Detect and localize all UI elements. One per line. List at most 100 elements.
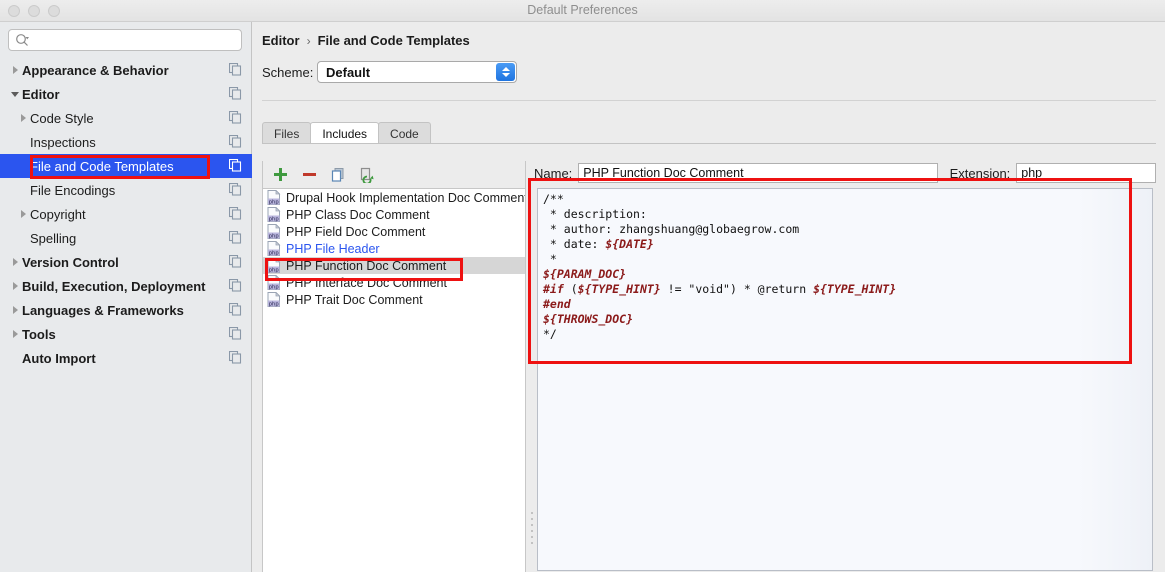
template-variable: #if xyxy=(543,282,571,296)
search-icon xyxy=(15,33,29,47)
sidebar-item-build-execution-deployment[interactable]: Build, Execution, Deployment xyxy=(0,274,252,298)
sidebar-item-auto-import[interactable]: Auto Import xyxy=(0,346,252,370)
name-input[interactable]: PHP Function Doc Comment xyxy=(578,163,938,183)
code-text: * xyxy=(543,252,557,266)
copy-to-project-icon[interactable] xyxy=(228,302,242,319)
settings-content: Editor › File and Code Templates Scheme:… xyxy=(253,22,1165,572)
sidebar-item-label: Copyright xyxy=(30,206,86,222)
extension-input[interactable]: php xyxy=(1016,163,1156,183)
add-template-button[interactable] xyxy=(271,166,289,184)
template-list-toolbar xyxy=(263,161,525,188)
list-item-label: PHP Class Doc Comment xyxy=(286,207,430,222)
copy-to-project-icon[interactable] xyxy=(228,158,242,175)
list-item[interactable]: php PHP Interface Doc Comment xyxy=(263,274,525,291)
triangle-down-icon xyxy=(8,91,22,97)
code-line: #end xyxy=(543,297,1152,312)
remove-template-button[interactable] xyxy=(300,166,318,184)
code-line: * author: zhangshuang@globaegrow.com xyxy=(543,222,1152,237)
search-box[interactable] xyxy=(8,29,242,51)
sidebar-item-label: Version Control xyxy=(22,254,119,270)
triangle-right-icon xyxy=(8,306,22,314)
svg-text:php: php xyxy=(269,267,280,273)
template-code-editor[interactable]: /** * description: * author: zhangshuang… xyxy=(537,188,1153,571)
sidebar-item-label: Languages & Frameworks xyxy=(22,302,184,318)
copy-to-project-icon[interactable] xyxy=(228,182,242,199)
sidebar-item-inspections[interactable]: Inspections xyxy=(0,130,252,154)
sidebar-item-file-encodings[interactable]: File Encodings xyxy=(0,178,252,202)
code-text: != "void") * @return xyxy=(660,282,814,296)
sidebar-item-file-and-code-templates[interactable]: File and Code Templates xyxy=(0,154,252,178)
settings-sidebar: Appearance & Behavior Editor Code Style Ins… xyxy=(0,22,252,572)
list-item-label: PHP Trait Doc Comment xyxy=(286,292,423,307)
tab-code[interactable]: Code xyxy=(378,122,431,144)
svg-text:php: php xyxy=(269,216,280,222)
sidebar-item-spelling[interactable]: Spelling xyxy=(0,226,252,250)
copy-to-project-icon[interactable] xyxy=(228,110,242,127)
copy-to-project-icon[interactable] xyxy=(228,278,242,295)
triangle-right-icon xyxy=(8,282,22,290)
php-file-icon: php xyxy=(267,206,281,222)
template-variable: ${DATE} xyxy=(605,237,654,251)
tab-files[interactable]: Files xyxy=(262,122,312,144)
php-file-icon: php xyxy=(267,189,281,205)
window-title: Default Preferences xyxy=(527,3,638,17)
copy-to-project-icon[interactable] xyxy=(228,86,242,103)
list-item[interactable]: php Drupal Hook Implementation Doc Commen… xyxy=(263,189,525,206)
breadcrumb-parent[interactable]: Editor xyxy=(262,33,300,48)
sidebar-item-languages-frameworks[interactable]: Languages & Frameworks xyxy=(0,298,252,322)
sidebar-item-label: File Encodings xyxy=(30,182,116,198)
copy-to-project-icon[interactable] xyxy=(228,350,242,367)
php-file-icon: php xyxy=(267,257,281,273)
php-file-icon: php xyxy=(267,223,281,239)
svg-text:php: php xyxy=(269,233,280,239)
chevron-right-icon: › xyxy=(306,33,311,48)
list-item[interactable]: php PHP File Header xyxy=(263,240,525,257)
copy-template-button[interactable] xyxy=(329,166,347,184)
settings-tree: Appearance & Behavior Editor Code Style Ins… xyxy=(0,58,252,370)
copy-to-project-icon[interactable] xyxy=(228,62,242,79)
sidebar-item-appearance-behavior[interactable]: Appearance & Behavior xyxy=(0,58,252,82)
tab-includes[interactable]: Includes xyxy=(310,122,380,144)
code-text: */ xyxy=(543,327,557,341)
code-line: */ xyxy=(543,327,1152,342)
template-variable: ${PARAM_DOC} xyxy=(543,267,627,281)
reset-template-button[interactable] xyxy=(358,166,376,184)
sidebar-item-label: Spelling xyxy=(30,230,77,246)
stepper-icon[interactable] xyxy=(496,63,515,81)
sidebar-item-label: Appearance & Behavior xyxy=(22,62,169,78)
template-variable: ${TYPE_HINT} xyxy=(813,282,897,296)
divider xyxy=(262,100,1156,101)
code-line: ${PARAM_DOC} xyxy=(543,267,1152,282)
list-item-label: Drupal Hook Implementation Doc Comment xyxy=(286,190,525,205)
copy-to-project-icon[interactable] xyxy=(228,326,242,343)
search-field-wrapper[interactable] xyxy=(8,29,242,51)
search-input[interactable] xyxy=(33,33,223,47)
template-variable: ${TYPE_HINT} xyxy=(577,282,661,296)
template-list[interactable]: php Drupal Hook Implementation Doc Commen… xyxy=(263,188,525,572)
scheme-select[interactable]: Default xyxy=(317,61,517,83)
code-line: #if (${TYPE_HINT} != "void") * @return $… xyxy=(543,282,1152,297)
list-item[interactable]: php PHP Trait Doc Comment xyxy=(263,291,525,308)
plus-icon xyxy=(273,168,287,181)
list-item[interactable]: php PHP Function Doc Comment xyxy=(263,257,525,274)
copy-to-project-icon[interactable] xyxy=(228,230,242,247)
code-text: /** xyxy=(543,192,564,206)
sidebar-item-copyright[interactable]: Copyright xyxy=(0,202,252,226)
copy-icon xyxy=(331,167,344,182)
list-item[interactable]: php PHP Field Doc Comment xyxy=(263,223,525,240)
sidebar-item-tools[interactable]: Tools xyxy=(0,322,252,346)
copy-to-project-icon[interactable] xyxy=(228,206,242,223)
sidebar-item-editor[interactable]: Editor xyxy=(0,82,252,106)
code-line: * description: xyxy=(543,207,1152,222)
sidebar-item-label: File and Code Templates xyxy=(30,158,174,174)
svg-text:php: php xyxy=(269,199,280,205)
svg-text:php: php xyxy=(269,301,280,307)
list-item-label: PHP File Header xyxy=(286,241,380,256)
copy-to-project-icon[interactable] xyxy=(228,254,242,271)
list-item[interactable]: php PHP Class Doc Comment xyxy=(263,206,525,223)
copy-to-project-icon[interactable] xyxy=(228,134,242,151)
triangle-right-icon xyxy=(8,258,22,266)
code-text: * author: zhangshuang@globaegrow.com xyxy=(543,222,800,236)
sidebar-item-version-control[interactable]: Version Control xyxy=(0,250,252,274)
sidebar-item-code-style[interactable]: Code Style xyxy=(0,106,252,130)
